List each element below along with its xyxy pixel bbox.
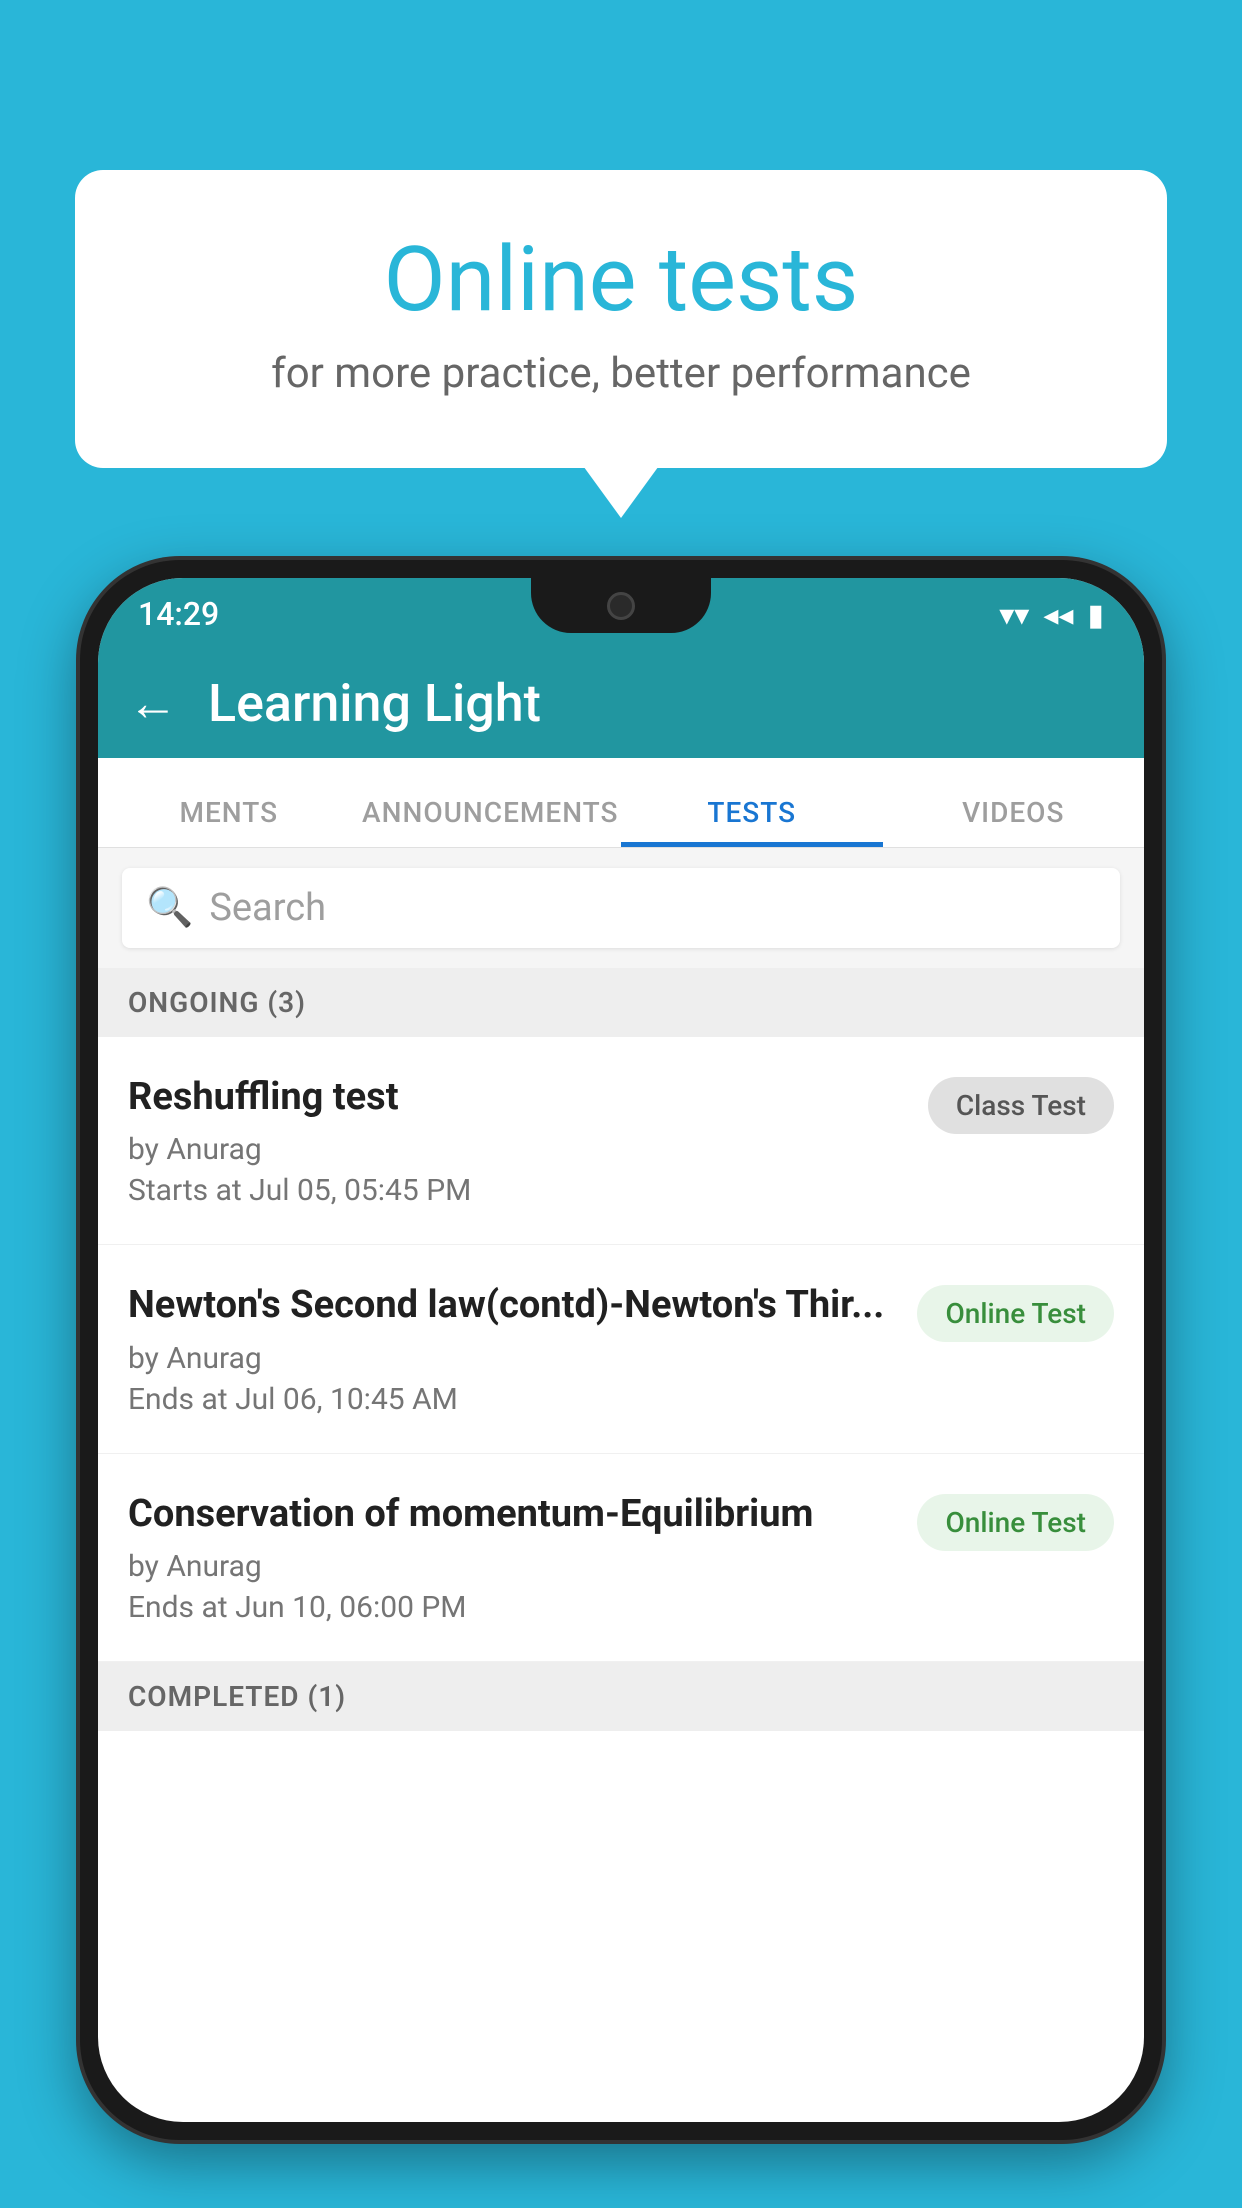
test-time: Ends at Jun 10, 06:00 PM [128, 1590, 897, 1625]
signal-icon: ◂◂ [1043, 598, 1073, 633]
test-author: by Anurag [128, 1341, 897, 1376]
test-item[interactable]: Reshuffling test by Anurag Starts at Jul… [98, 1037, 1144, 1245]
tab-ments[interactable]: MENTS [98, 796, 360, 847]
phone-wrapper: 14:29 ▾▾ ◂◂ ▮ ← Learning Light MENTS [80, 560, 1162, 2208]
search-icon: 🔍 [146, 886, 193, 930]
status-icons: ▾▾ ◂◂ ▮ [999, 598, 1104, 638]
camera [607, 592, 635, 620]
tabs-bar: MENTS ANNOUNCEMENTS TESTS VIDEOS [98, 758, 1144, 848]
promo-bubble: Online tests for more practice, better p… [75, 170, 1167, 468]
tab-announcements[interactable]: ANNOUNCEMENTS [360, 796, 622, 847]
test-info: Conservation of momentum-Equilibrium by … [128, 1490, 897, 1625]
test-title: Reshuffling test [128, 1073, 908, 1122]
test-info: Reshuffling test by Anurag Starts at Jul… [128, 1073, 908, 1208]
test-author: by Anurag [128, 1132, 908, 1167]
test-badge-class: Class Test [928, 1077, 1114, 1134]
test-item[interactable]: Newton's Second law(contd)-Newton's Thir… [98, 1245, 1144, 1453]
status-time: 14:29 [138, 595, 219, 638]
app-bar-title: Learning Light [208, 673, 541, 734]
search-placeholder: Search [209, 886, 326, 930]
phone-screen: 14:29 ▾▾ ◂◂ ▮ ← Learning Light MENTS [98, 578, 1144, 2122]
app-bar: ← Learning Light [98, 648, 1144, 758]
bubble-title: Online tests [155, 230, 1087, 329]
tab-tests[interactable]: TESTS [621, 796, 883, 847]
phone-outer: 14:29 ▾▾ ◂◂ ▮ ← Learning Light MENTS [80, 560, 1162, 2140]
ongoing-section-header: ONGOING (3) [98, 968, 1144, 1037]
tab-videos[interactable]: VIDEOS [883, 796, 1145, 847]
test-title: Conservation of momentum-Equilibrium [128, 1490, 897, 1539]
test-item[interactable]: Conservation of momentum-Equilibrium by … [98, 1454, 1144, 1662]
test-author: by Anurag [128, 1549, 897, 1584]
test-info: Newton's Second law(contd)-Newton's Thir… [128, 1281, 897, 1416]
test-time: Starts at Jul 05, 05:45 PM [128, 1173, 908, 1208]
bubble-subtitle: for more practice, better performance [155, 349, 1087, 398]
search-input-wrapper[interactable]: 🔍 Search [122, 868, 1120, 948]
test-badge-online: Online Test [917, 1494, 1114, 1551]
phone-content: MENTS ANNOUNCEMENTS TESTS VIDEOS 🔍 [98, 758, 1144, 2122]
search-bar: 🔍 Search [98, 848, 1144, 968]
back-button[interactable]: ← [128, 674, 178, 733]
test-badge-online: Online Test [917, 1285, 1114, 1342]
test-title: Newton's Second law(contd)-Newton's Thir… [128, 1281, 897, 1330]
test-time: Ends at Jul 06, 10:45 AM [128, 1382, 897, 1417]
wifi-icon: ▾▾ [999, 598, 1029, 633]
completed-section-header: COMPLETED (1) [98, 1662, 1144, 1731]
phone-notch [531, 578, 711, 633]
test-list: Reshuffling test by Anurag Starts at Jul… [98, 1037, 1144, 1662]
battery-icon: ▮ [1087, 598, 1104, 633]
